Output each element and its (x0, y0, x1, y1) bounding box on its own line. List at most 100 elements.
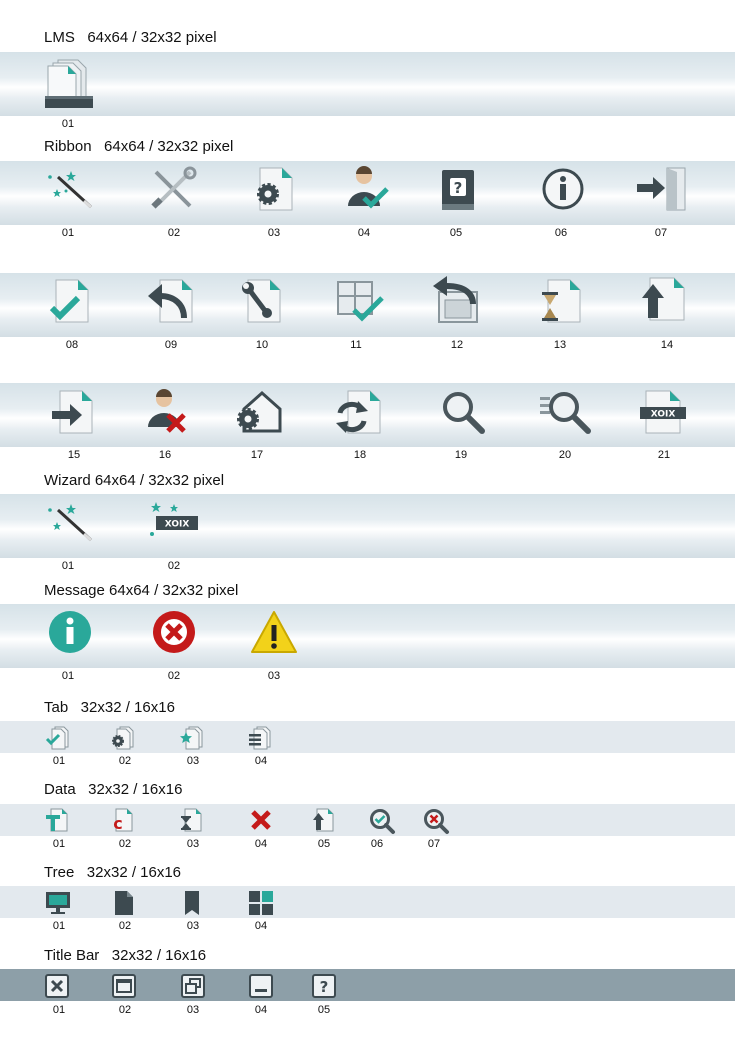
item-label: 04 (254, 1004, 268, 1016)
section-title-data: Data 32x32 / 16x16 (44, 781, 183, 798)
item-label: 10 (255, 339, 269, 351)
document-refresh-icon[interactable] (336, 389, 384, 435)
close-icon[interactable] (45, 974, 69, 998)
user-check-icon[interactable] (344, 166, 392, 212)
item-label: 18 (353, 449, 367, 461)
icon-band-titlebar (0, 969, 735, 1001)
document-undo-icon[interactable] (146, 278, 198, 324)
tree-bookmark-icon[interactable] (184, 890, 200, 916)
item-label: 14 (660, 339, 674, 351)
item-label: 17 (250, 449, 264, 461)
info-icon[interactable] (541, 167, 585, 211)
item-label: 03 (186, 920, 200, 932)
tools-icon[interactable] (150, 166, 197, 210)
maximize-icon[interactable] (112, 974, 136, 998)
icon-band-lms (0, 52, 735, 116)
section-title-message: Message 64x64 / 32x32 pixel (44, 582, 239, 599)
item-label: 02 (167, 670, 181, 682)
tree-monitor-icon[interactable] (45, 891, 71, 915)
item-label: 06 (370, 838, 384, 850)
magic-wand-icon[interactable] (44, 500, 94, 544)
home-gear-icon[interactable] (234, 389, 284, 435)
message-error-icon (152, 610, 196, 654)
tab-check-icon[interactable] (45, 726, 70, 750)
item-label: 02 (118, 838, 132, 850)
magic-wand-icon[interactable] (44, 167, 94, 211)
data-search-delete-icon[interactable] (423, 808, 449, 834)
document-upload-icon[interactable] (642, 276, 688, 324)
lms-stack-icon (44, 58, 94, 112)
item-label: 07 (654, 227, 668, 239)
data-search-check-icon[interactable] (369, 808, 395, 834)
item-label: 06 (554, 227, 568, 239)
data-t-icon[interactable] (46, 808, 70, 832)
data-delete-icon[interactable] (250, 809, 272, 831)
icon-band-message (0, 604, 735, 668)
item-label: 09 (164, 339, 178, 351)
data-hourglass-icon[interactable] (180, 808, 204, 832)
item-label: 05 (317, 838, 331, 850)
document-xoix-icon[interactable]: XOIX (640, 389, 688, 435)
tab-list-icon[interactable] (248, 726, 272, 750)
tree-document-icon[interactable] (114, 890, 134, 916)
item-label: 01 (61, 670, 75, 682)
section-title-wizard: Wizard 64x64 / 32x32 pixel (44, 472, 225, 489)
item-label: 08 (65, 339, 79, 351)
document-gear-icon[interactable] (252, 166, 296, 212)
document-check-icon[interactable] (49, 278, 96, 324)
item-label: 15 (67, 449, 81, 461)
section-title-tree: Tree 32x32 / 16x16 (44, 864, 182, 881)
tab-star-icon[interactable] (180, 726, 204, 750)
section-title-lms: LMS 64x64 / 32x32 pixel (44, 29, 217, 46)
svg-text:c: c (113, 814, 122, 833)
window-return-icon[interactable] (431, 276, 481, 324)
item-label: 01 (52, 755, 66, 767)
svg-text:XOIX: XOIX (651, 410, 676, 420)
help-icon[interactable]: ? (312, 974, 336, 998)
item-label: 01 (52, 838, 66, 850)
data-upload-icon[interactable] (312, 808, 336, 832)
svg-text:?: ? (454, 179, 463, 197)
user-remove-icon[interactable] (148, 389, 192, 435)
item-label: 01 (61, 560, 75, 572)
item-label: 02 (167, 560, 181, 572)
item-label: 04 (254, 755, 268, 767)
window-check-icon[interactable] (336, 280, 386, 324)
data-c-icon[interactable]: c (111, 808, 135, 833)
item-label: 01 (52, 1004, 66, 1016)
search-icon[interactable] (440, 389, 486, 435)
section-title-ribbon: Ribbon 64x64 / 32x32 pixel (44, 138, 234, 155)
xoix-wizard-icon[interactable]: XOIX (148, 502, 200, 540)
item-label: 05 (317, 1004, 331, 1016)
help-book-icon[interactable]: ? (440, 168, 476, 212)
document-import-icon[interactable] (50, 389, 98, 435)
item-label: 19 (454, 449, 468, 461)
message-info-icon (48, 610, 92, 654)
minimize-icon[interactable] (249, 974, 273, 998)
item-label: 21 (657, 449, 671, 461)
search-list-icon[interactable] (540, 389, 592, 435)
item-label: 03 (186, 1004, 200, 1016)
item-label: 13 (553, 339, 567, 351)
section-title-titlebar: Title Bar 32x32 / 16x16 (44, 947, 207, 964)
section-title-tab: Tab 32x32 / 16x16 (44, 699, 175, 716)
svg-text:XOIX: XOIX (165, 520, 190, 530)
item-label: 02 (118, 1004, 132, 1016)
icon-band-tree (0, 886, 735, 918)
login-door-icon[interactable] (635, 166, 689, 212)
document-hourglass-icon[interactable] (540, 278, 584, 324)
svg-text:?: ? (320, 978, 329, 996)
tree-grid-icon[interactable] (248, 890, 274, 916)
restore-icon[interactable] (181, 974, 205, 998)
icon-band-wizard (0, 494, 735, 558)
item-label: 03 (267, 670, 281, 682)
item-label: 04 (254, 838, 268, 850)
item-label: 04 (254, 920, 268, 932)
document-wrench-icon[interactable] (240, 278, 286, 324)
item-label: 20 (558, 449, 572, 461)
item-label: 16 (158, 449, 172, 461)
item-label: 03 (186, 838, 200, 850)
item-label: 05 (449, 227, 463, 239)
tab-gear-icon[interactable] (111, 726, 135, 750)
item-label: 01 (61, 118, 75, 130)
